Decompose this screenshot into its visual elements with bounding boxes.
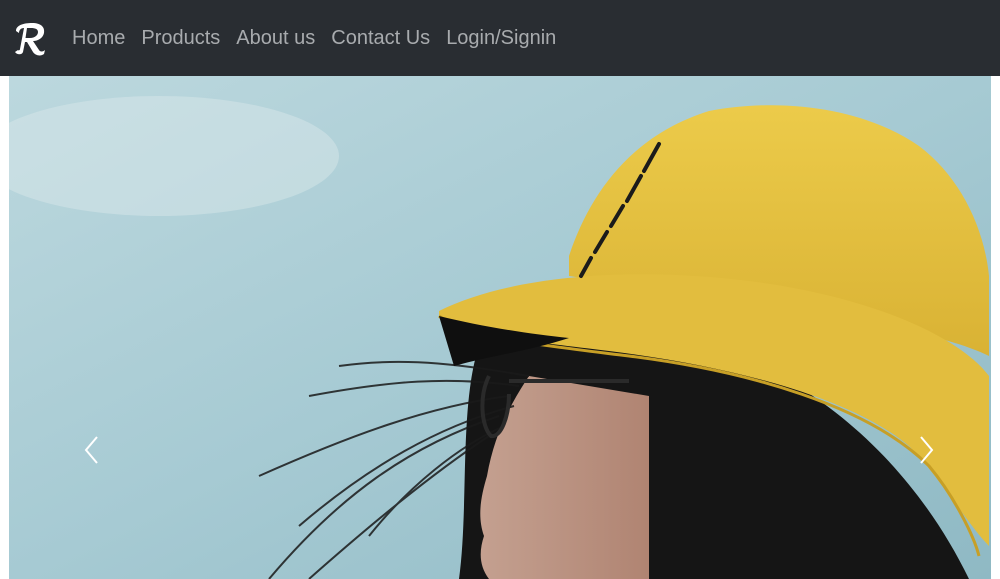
nav-link-about[interactable]: About us — [236, 26, 315, 50]
chevron-right-icon — [920, 436, 934, 464]
brand-logo-icon — [15, 23, 45, 56]
nav-links: Home Products About us Contact Us Login/… — [72, 26, 556, 50]
nav-link-home[interactable]: Home — [72, 26, 125, 50]
carousel-next-control[interactable] — [906, 428, 946, 472]
nav-link-login[interactable]: Login/Signin — [446, 26, 556, 50]
navbar: Home Products About us Contact Us Login/… — [0, 0, 1000, 76]
carousel-slide-image — [9, 76, 991, 579]
nav-link-contact[interactable]: Contact Us — [331, 26, 430, 50]
carousel-prev-control[interactable] — [72, 428, 112, 472]
chevron-left-icon — [84, 436, 98, 464]
carousel — [9, 76, 991, 579]
brand-logo[interactable] — [10, 19, 48, 57]
nav-link-products[interactable]: Products — [141, 26, 220, 50]
